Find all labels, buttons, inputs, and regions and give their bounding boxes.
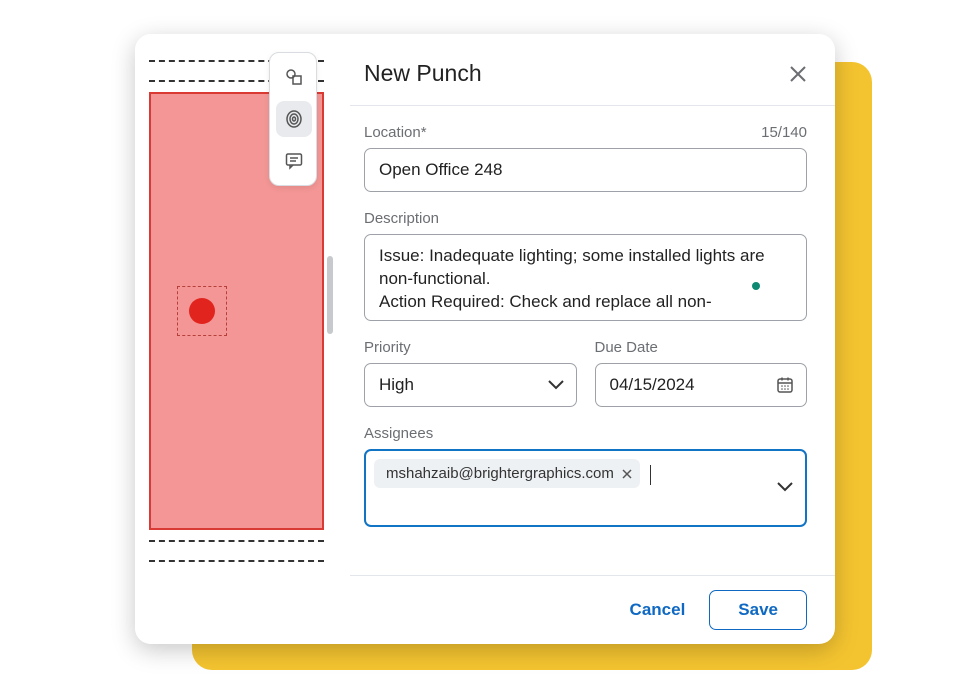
punch-tool-button[interactable]: [276, 101, 312, 137]
assignee-chip: mshahzaib@brightergraphics.com: [374, 459, 640, 488]
cancel-button[interactable]: Cancel: [630, 600, 686, 620]
drawing-toolbar: [269, 52, 317, 186]
priority-value: High: [379, 375, 414, 395]
location-field: Location* 15/140: [364, 124, 807, 192]
assignees-input[interactable]: mshahzaib@brightergraphics.com: [364, 449, 807, 527]
canvas-scrollbar[interactable]: [327, 256, 333, 334]
priority-field: Priority High: [364, 339, 577, 407]
comment-tool-button[interactable]: [276, 143, 312, 179]
due-date-input[interactable]: 04/15/2024: [595, 363, 808, 407]
text-cursor: [650, 465, 651, 485]
assignees-field: Assignees mshahzaib@brightergraphics.com: [364, 425, 807, 527]
priority-select[interactable]: High: [364, 363, 577, 407]
description-field: Description: [364, 210, 807, 321]
panel-header: New Punch: [350, 34, 835, 106]
location-char-counter: 15/140: [761, 124, 807, 141]
shapes-tool-button[interactable]: [276, 59, 312, 95]
description-textarea[interactable]: [365, 235, 792, 315]
close-button[interactable]: [789, 65, 807, 83]
assignees-dropdown-toggle[interactable]: [777, 482, 793, 492]
priority-label: Priority: [364, 339, 411, 356]
remove-chip-button[interactable]: [622, 469, 632, 479]
due-date-value: 04/15/2024: [610, 375, 695, 395]
calendar-icon: [776, 376, 794, 394]
location-label: Location*: [364, 124, 427, 141]
chevron-down-icon: [548, 380, 564, 390]
fingerprint-icon: [284, 109, 304, 129]
assignees-label: Assignees: [364, 425, 433, 442]
close-icon: [622, 469, 632, 479]
dialog-card: New Punch Location* 15/140 Description: [135, 34, 835, 644]
close-icon: [789, 65, 807, 83]
panel-body: Location* 15/140 Description Priority: [350, 106, 835, 575]
description-label: Description: [364, 210, 439, 227]
chevron-down-icon: [777, 482, 793, 492]
status-dot-icon: [752, 282, 760, 290]
panel-title: New Punch: [364, 60, 482, 87]
save-button[interactable]: Save: [709, 590, 807, 630]
panel-footer: Cancel Save: [350, 575, 835, 644]
comment-icon: [284, 151, 304, 171]
new-punch-panel: New Punch Location* 15/140 Description: [350, 34, 835, 644]
due-date-field: Due Date 04/15/2024: [595, 339, 808, 407]
assignee-chip-label: mshahzaib@brightergraphics.com: [386, 465, 614, 482]
punch-pin-selection[interactable]: [177, 286, 227, 336]
location-input[interactable]: [364, 148, 807, 192]
shapes-icon: [284, 67, 304, 87]
punch-pin-icon: [189, 298, 215, 324]
due-date-label: Due Date: [595, 339, 658, 356]
